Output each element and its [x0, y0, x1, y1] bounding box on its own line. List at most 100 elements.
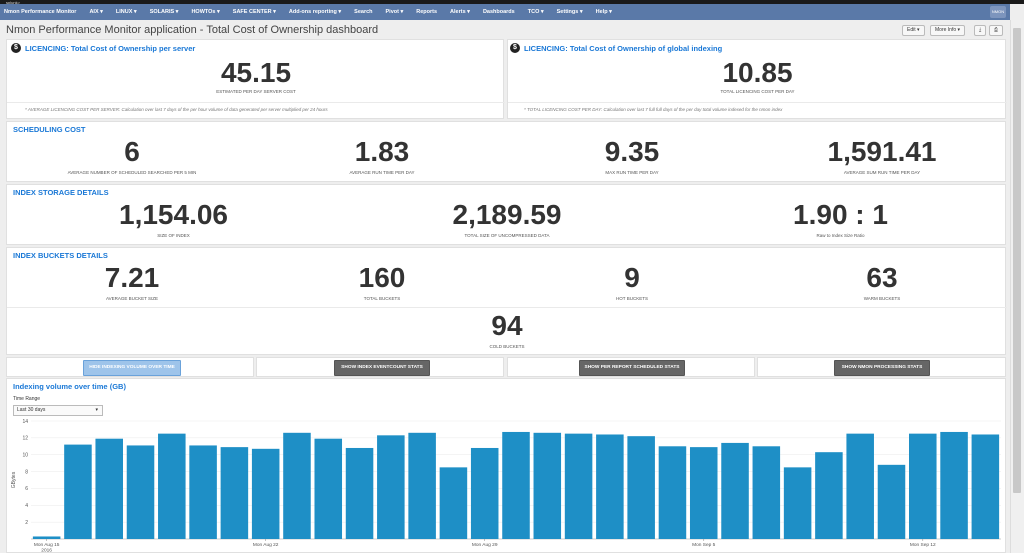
- y-tick-label: 8: [25, 469, 28, 475]
- avg-run-time-label: AVERAGE RUN TIME PER DAY: [349, 170, 415, 175]
- nav-alerts[interactable]: Alerts ▾: [450, 9, 470, 15]
- bar: [502, 431, 530, 539]
- licencing-global-panel: $ LICENCING: Total Cost of Ownership of …: [507, 39, 1007, 119]
- bar: [564, 433, 593, 539]
- bar: [189, 445, 217, 539]
- app-nav-bar: Nmon Performance Monitor AIX ▾ LINUX ▾ S…: [0, 4, 1010, 20]
- bar: [971, 434, 1000, 539]
- nav-linux[interactable]: LINUX ▾: [116, 9, 137, 15]
- bar: [345, 447, 374, 539]
- uncompressed-size-value: 2,189.59: [452, 199, 562, 230]
- nav-solaris[interactable]: SOLARIS ▾: [150, 9, 179, 15]
- licencing-global-title: LICENCING: Total Cost of Ownership of gl…: [524, 44, 723, 53]
- page-title: Nmon Performance Monitor application - T…: [6, 24, 379, 36]
- bar: [314, 438, 343, 539]
- indexing-volume-panel: Indexing volume over time (GB) Time Rang…: [6, 378, 1006, 553]
- divider: [7, 102, 505, 103]
- bar: [377, 435, 405, 539]
- cold-buckets-label: COLD BUCKETS: [489, 344, 525, 349]
- bar: [627, 436, 655, 539]
- bar: [752, 446, 781, 539]
- y-tick-label: 6: [25, 486, 28, 492]
- bar: [940, 431, 968, 539]
- nav-reports[interactable]: Reports: [416, 9, 437, 15]
- bar: [220, 447, 249, 539]
- index-storage-panel: INDEX STORAGE DETAILS 1,154.06 SIZE OF I…: [6, 184, 1006, 245]
- bar: [783, 467, 812, 539]
- licencing-server-panel: $ LICENCING: Total Cost of Ownership per…: [6, 39, 505, 119]
- more-info-button[interactable]: More Info ▾: [930, 25, 966, 36]
- divider: [508, 102, 1007, 103]
- show-processing-stats-button[interactable]: SHOW NMON PROCESSING STATS: [834, 360, 930, 376]
- time-range-picker[interactable]: Last 30 days ▾: [13, 405, 103, 416]
- button-cell: SHOW PER REPORT SCHEDULED STATS: [507, 357, 755, 377]
- dashboard-header: Nmon Performance Monitor application - T…: [0, 20, 1010, 39]
- scrollbar-thumb[interactable]: [1013, 28, 1021, 493]
- show-eventcount-stats-button[interactable]: SHOW INDEX EVENTCOUNT STATS: [334, 360, 430, 376]
- bar: [283, 432, 311, 539]
- y-tick-label: 2: [25, 520, 28, 526]
- nav-app-home[interactable]: Nmon Performance Monitor: [4, 9, 76, 15]
- nav-search[interactable]: Search: [354, 9, 372, 15]
- avg-run-time-value: 1.83: [354, 136, 410, 167]
- size-ratio-label: Raw to Index Size Ratio: [816, 233, 865, 238]
- show-scheduled-stats-button[interactable]: SHOW PER REPORT SCHEDULED STATS: [579, 360, 685, 376]
- bar: [251, 448, 280, 539]
- avg-bucket-size-value: 7.21: [104, 262, 160, 293]
- nav-pivot[interactable]: Pivot ▾: [386, 9, 404, 15]
- divider: [7, 307, 1007, 308]
- print-icon[interactable]: ⎙: [989, 25, 1004, 36]
- uncompressed-size-label: TOTAL SIZE OF UNCOMPRESSED DATA: [464, 233, 550, 238]
- licencing-server-title: LICENCING: Total Cost of Ownership per s…: [25, 44, 196, 53]
- edit-button[interactable]: Edit ▾: [902, 25, 925, 36]
- bar: [689, 447, 718, 539]
- bar: [408, 432, 436, 539]
- bar: [596, 434, 624, 539]
- warm-buckets-label: WARM BUCKETS: [863, 296, 901, 301]
- scheduled-searches-label: AVERAGE NUMBER OF SCHEDULED SEARCHED PER…: [67, 170, 197, 175]
- bar: [32, 536, 61, 539]
- x-tick-label: Mon Aug 15: [34, 542, 60, 548]
- bar: [909, 433, 937, 539]
- hot-buckets-label: HOT BUCKETS: [616, 296, 648, 301]
- hide-indexing-volume-button[interactable]: HIDE INDEXING VOLUME OVER TIME: [83, 360, 181, 376]
- warm-buckets-value: 63: [866, 262, 898, 293]
- hot-buckets-value: 9: [624, 262, 640, 293]
- licencing-server-label: ESTIMATED PER DAY SERVER COST: [216, 89, 296, 94]
- indexing-volume-chart: 2 4 6 8 10 12 14 GBytes Mon Aug 152016 Mon Aug 22…: [11, 419, 1001, 553]
- x-tick-label: Mon Aug 29: [472, 542, 498, 548]
- bar: [533, 432, 562, 539]
- nav-aix[interactable]: AIX ▾: [89, 9, 102, 15]
- bar: [658, 446, 687, 539]
- bar: [877, 464, 906, 539]
- x-tick-label: Mon Sep 5: [692, 542, 716, 548]
- bar: [126, 445, 155, 539]
- nav-help[interactable]: Help ▾: [596, 9, 612, 15]
- nav-settings[interactable]: Settings ▾: [557, 9, 583, 15]
- bar: [815, 452, 843, 539]
- nav-tco[interactable]: TCO ▾: [528, 9, 544, 15]
- cold-buckets-value: 94: [491, 310, 523, 341]
- y-axis-label: GBytes: [11, 471, 17, 488]
- max-run-time-label: MAX RUN TIME PER DAY: [605, 170, 659, 175]
- avg-bucket-size-label: AVERAGE BUCKET SIZE: [105, 296, 159, 301]
- nmon-app-logo[interactable]: NMON: [990, 6, 1006, 18]
- nav-addons-reporting[interactable]: Add-ons reporting ▾: [289, 9, 341, 15]
- licencing-server-note: * AVERAGE LICENCING COST PER SERVER: Cal…: [25, 107, 328, 112]
- x-tick-label: Mon Aug 22: [253, 542, 279, 548]
- dollar-icon: $: [11, 43, 21, 53]
- bar: [721, 442, 749, 539]
- x-tick-sublabel: 2016: [41, 548, 52, 553]
- licencing-global-note: * TOTAL LICENCING COST PER DAY: Calculat…: [524, 107, 783, 112]
- nav-howtos[interactable]: HOWTOs ▾: [191, 9, 219, 15]
- bar: [95, 438, 123, 539]
- avg-sum-run-time-value: 1,591.41: [827, 136, 937, 167]
- button-cell: HIDE INDEXING VOLUME OVER TIME: [6, 357, 254, 377]
- nav-dashboards[interactable]: Dashboards: [483, 9, 515, 15]
- nav-safe-center[interactable]: SAFE CENTER ▾: [233, 9, 276, 15]
- index-storage-title: INDEX STORAGE DETAILS: [13, 188, 109, 197]
- x-tick-label: Mon Sep 12: [910, 542, 936, 548]
- avg-sum-run-time-label: AVERAGE SUM RUN TIME PER DAY: [843, 170, 921, 175]
- total-buckets-value: 160: [358, 262, 406, 293]
- export-icon[interactable]: ⤓: [974, 25, 987, 36]
